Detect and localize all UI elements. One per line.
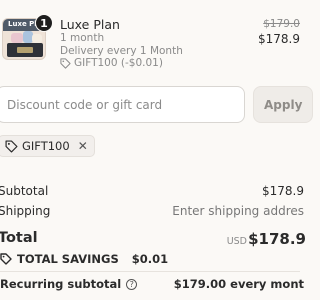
product-discount-text: GIFT100 (-$0.01) [74,57,163,69]
total-currency: USD [226,236,247,247]
total-label: Total [0,230,38,246]
product-image-item [32,34,42,43]
shipping-label: Shipping [0,204,51,218]
product-image-item [11,33,23,43]
total-savings: TOTAL SAVINGS $0.01 [0,252,168,266]
applied-code-chip: GIFT100 ✕ [0,135,95,157]
recurring-subtotal: Recurring subtotal ? [0,277,138,291]
subtotal-value: $178.9 [262,184,304,198]
product-name: Luxe Plan [60,17,120,32]
product-original-price: $179.0 [263,18,300,30]
discount-code-input[interactable] [0,86,245,123]
applied-code-label: GIFT100 [22,139,70,153]
savings-label: TOTAL SAVINGS [17,252,119,266]
help-circle-icon[interactable]: ? [126,278,138,290]
product-image-box-tag [17,47,33,53]
savings-value: $0.01 [131,252,169,266]
product-discount: GIFT100 (-$0.01) [60,57,163,69]
close-icon[interactable]: ✕ [78,139,88,153]
product-term: 1 month [60,32,105,44]
tag-icon [5,139,18,153]
tag-icon [60,57,71,69]
shipping-value: Enter shipping addres [172,204,304,218]
tag-icon [0,253,12,265]
recurring-label: Recurring subtotal [0,277,122,291]
total-value: $178.9 [248,230,306,248]
product-delivery: Delivery every 1 Month [60,45,183,57]
subtotal-label: Subtotal [0,184,49,198]
divider [0,271,300,272]
recurring-value: $179.00 every mont [173,277,304,291]
apply-button[interactable]: Apply [253,86,313,123]
product-image-box [7,43,43,57]
product-price: $178.9 [258,32,300,46]
quantity-badge: 1 [35,14,53,32]
